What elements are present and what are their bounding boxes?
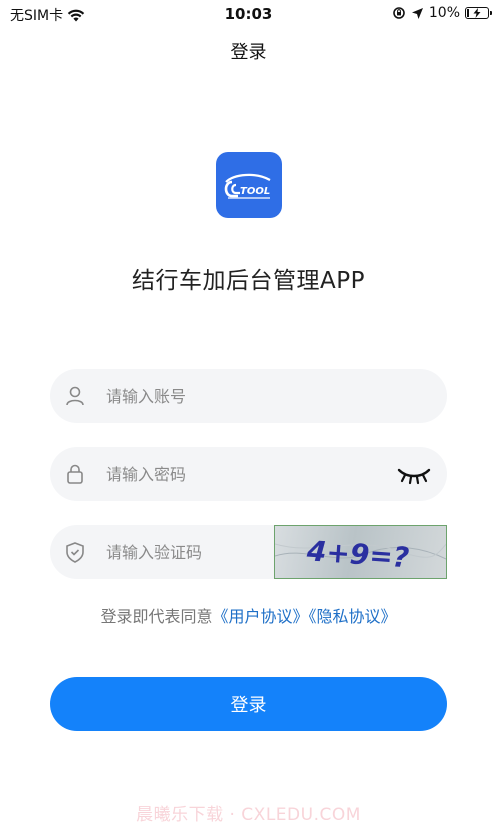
captcha-field[interactable]: 4+9=? (50, 525, 447, 579)
password-visibility-toggle[interactable] (397, 464, 431, 486)
shield-check-icon (63, 540, 87, 564)
password-field[interactable] (50, 447, 447, 501)
login-button[interactable]: 登录 (50, 677, 447, 731)
status-right: 10% (392, 5, 492, 21)
agreement-text: 登录即代表同意《用户协议》《隐私协议》 (0, 603, 497, 627)
captcha-text: 4+9=? (305, 534, 410, 574)
page-title: 登录 (230, 42, 267, 63)
status-bar: 无SIM卡 10:03 10% (0, 0, 497, 26)
user-agreement-link[interactable]: 《用户协议》 (212, 607, 308, 626)
orientation-lock-icon (393, 7, 405, 19)
app-logo: TOOL (216, 152, 282, 218)
user-icon (63, 384, 87, 408)
charging-bolt-icon (473, 8, 481, 18)
account-input[interactable] (106, 386, 346, 406)
logo-text: TOOL (240, 186, 270, 197)
login-page: 无SIM卡 10:03 10% 登录 TOOL 结行车加后台管理APP 请输入账… (0, 0, 497, 833)
privacy-policy-link[interactable]: 《隐私协议》 (309, 607, 397, 626)
account-field[interactable] (50, 369, 447, 423)
closed-eye-icon (397, 468, 431, 485)
agreement-prefix: 登录即代表同意 (100, 607, 213, 626)
battery-icon (465, 7, 492, 19)
captcha-image[interactable]: 4+9=? (274, 525, 447, 579)
lock-icon (63, 462, 87, 486)
location-arrow-icon (411, 7, 423, 19)
watermark: 晨曦乐下载 · CXLEDU.COM (136, 805, 361, 825)
battery-percent: 10% (428, 5, 460, 21)
app-title: 结行车加后台管理APP (132, 268, 365, 294)
password-input[interactable] (106, 464, 346, 484)
